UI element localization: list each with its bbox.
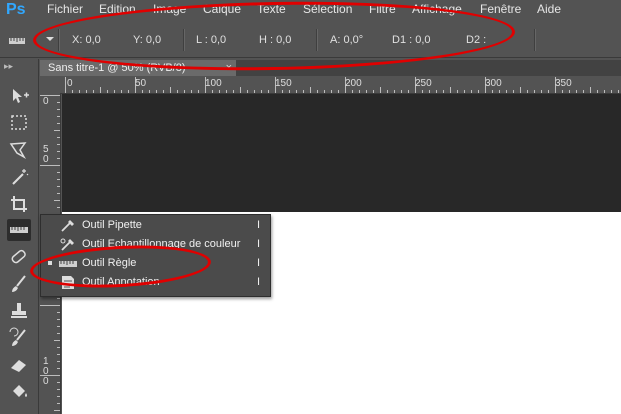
- ruler-label: 1 0 0: [43, 356, 49, 387]
- ruler-label: 200: [345, 78, 362, 89]
- flyout-item-label: Outil Annotation: [82, 276, 160, 288]
- divider: [534, 29, 536, 51]
- d2-readout: D2 :: [466, 34, 487, 46]
- menu-selection[interactable]: Sélection: [303, 0, 352, 18]
- ruler-label: 250: [415, 78, 432, 89]
- document-tab[interactable]: Sans titre-1 @ 50% (RVB/8) ×: [40, 60, 236, 76]
- divider: [183, 29, 185, 51]
- y-readout: Y: 0,0: [133, 34, 162, 46]
- ruler-icon: [59, 261, 77, 267]
- ruler-label: 50: [135, 78, 147, 89]
- ruler-label: 5 0: [43, 144, 49, 165]
- angle-readout: A: 0,0°: [330, 34, 364, 46]
- pasteboard[interactable]: [62, 94, 621, 212]
- panel-collapse-icon[interactable]: ▸▸: [4, 61, 13, 72]
- photoshop-logo: Ps: [6, 1, 26, 18]
- menu-bar: Ps Fichier Edition Image Calque Texte Sé…: [0, 0, 621, 20]
- ruler-tool-icon[interactable]: [7, 219, 31, 241]
- paint-bucket-icon[interactable]: [7, 381, 31, 403]
- menu-fenetre[interactable]: Fenêtre: [480, 0, 521, 18]
- flyout-item-note[interactable]: Outil Annotation I: [41, 273, 270, 292]
- ruler-label: 150: [275, 78, 292, 89]
- shortcut-key: I: [257, 257, 261, 269]
- move-tool-icon[interactable]: [7, 85, 31, 107]
- menu-filtre[interactable]: Filtre: [369, 0, 396, 18]
- healing-brush-icon[interactable]: [7, 246, 31, 268]
- shortcut-key: I: [257, 219, 261, 231]
- tools-panel: ▸▸: [0, 59, 39, 414]
- shortcut-key: I: [257, 276, 261, 288]
- marquee-tool-icon[interactable]: [7, 112, 31, 134]
- menu-aide[interactable]: Aide: [537, 0, 561, 18]
- ruler-origin[interactable]: [40, 77, 63, 94]
- note-icon: [62, 276, 74, 289]
- menu-texte[interactable]: Texte: [257, 0, 286, 18]
- flyout-item-label: Outil Règle: [82, 257, 137, 269]
- history-brush-icon[interactable]: [7, 327, 31, 349]
- eraser-tool-icon[interactable]: [7, 354, 31, 376]
- ruler-preset-icon[interactable]: [8, 33, 32, 47]
- ruler-label: 0: [43, 96, 49, 107]
- close-icon[interactable]: ×: [226, 60, 232, 76]
- x-readout: X: 0,0: [72, 34, 101, 46]
- active-bullet-icon: [48, 261, 52, 265]
- chevron-down-icon[interactable]: [46, 37, 54, 41]
- options-bar: X: 0,0 Y: 0,0 L : 0,0 H : 0,0 A: 0,0° D1…: [0, 23, 621, 58]
- brush-tool-icon[interactable]: [7, 273, 31, 295]
- d1-readout: D1 : 0,0: [392, 34, 431, 46]
- ruler-label: 300: [485, 78, 502, 89]
- tool-flyout-menu: Outil Pipette I Outil Echantillonnage de…: [40, 214, 271, 297]
- flyout-item-color-sampler[interactable]: Outil Echantillonnage de couleur I: [41, 235, 270, 254]
- width-readout: L : 0,0: [196, 34, 227, 46]
- menu-calque[interactable]: Calque: [203, 0, 241, 18]
- flyout-item-ruler[interactable]: Outil Règle I: [41, 254, 270, 273]
- ruler-label: 0: [67, 78, 73, 89]
- shortcut-key: I: [257, 238, 261, 250]
- flyout-item-label: Outil Pipette: [82, 219, 142, 231]
- eyedropper-icon: [61, 220, 74, 232]
- height-readout: H : 0,0: [259, 34, 292, 46]
- lasso-tool-icon[interactable]: [7, 139, 31, 161]
- stamp-tool-icon[interactable]: [7, 300, 31, 322]
- menu-affichage[interactable]: Affichage: [412, 0, 462, 18]
- crop-tool-icon[interactable]: [7, 193, 31, 215]
- divider: [316, 29, 318, 51]
- ruler-label: 100: [205, 78, 222, 89]
- document-tab-title: Sans titre-1 @ 50% (RVB/8): [48, 62, 186, 74]
- horizontal-ruler[interactable]: 0 50 100 150 200 250 300 350: [62, 77, 621, 94]
- magic-wand-icon[interactable]: [7, 166, 31, 188]
- ruler-label: 350: [555, 78, 572, 89]
- menu-edition[interactable]: Edition: [99, 0, 136, 18]
- menu-fichier[interactable]: Fichier: [47, 0, 83, 18]
- color-sampler-icon: [60, 238, 74, 251]
- flyout-item-label: Outil Echantillonnage de couleur: [82, 238, 241, 250]
- flyout-item-eyedropper[interactable]: Outil Pipette I: [41, 216, 270, 235]
- menu-image[interactable]: Image: [153, 0, 186, 18]
- divider: [58, 29, 60, 51]
